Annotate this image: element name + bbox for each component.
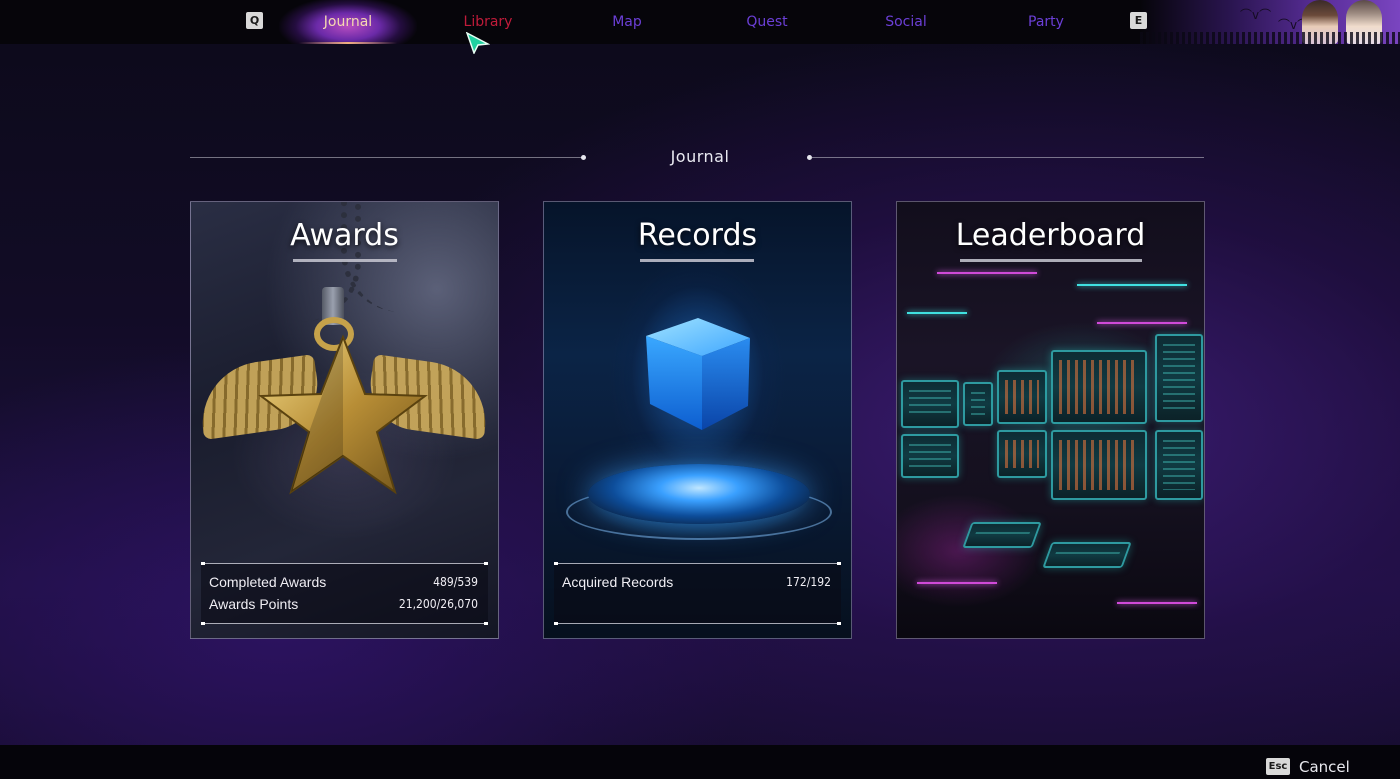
neon-strip (1117, 602, 1197, 604)
stats-divider (201, 622, 488, 625)
bottom-hint-bar (0, 745, 1400, 779)
tab-social[interactable]: Social (837, 0, 975, 44)
heading-divider-left (190, 157, 582, 158)
stat-label: Acquired Records (562, 574, 674, 590)
title-underline (293, 259, 397, 262)
console-panel (962, 522, 1042, 548)
winged-star-pendant-icon (258, 334, 428, 495)
prev-tab-key-hint[interactable]: Q (246, 12, 263, 29)
esc-key-hint[interactable]: Esc (1266, 758, 1290, 775)
top-nav-bar: ⌒v⌒ ⌒v⌒ Q Journal Library Map Quest Soci… (0, 0, 1400, 44)
console-panel (1042, 542, 1132, 568)
awards-stats-panel: Completed Awards 489/539 Awards Points 2… (201, 562, 488, 625)
leaderboard-card[interactable]: Leaderboard (896, 201, 1205, 639)
grass-decoration (1140, 32, 1400, 44)
title-underline (960, 259, 1142, 262)
records-stats-panel: Acquired Records 172/192 (554, 562, 841, 625)
awards-card-title: Awards (290, 218, 399, 253)
monitor-screen (1051, 430, 1147, 500)
monitor-screen (1155, 430, 1203, 500)
stat-row: Completed Awards 489/539 (209, 572, 478, 592)
stat-row: Awards Points 21,200/26,070 (209, 594, 478, 614)
tab-map[interactable]: Map (558, 0, 696, 44)
monitor-screen (1051, 350, 1147, 424)
monitor-screen (901, 434, 959, 478)
stats-divider (554, 562, 841, 565)
monitor-screen (997, 430, 1047, 478)
leaderboard-card-title: Leaderboard (955, 218, 1146, 253)
mouse-cursor-icon (466, 32, 490, 54)
cancel-button[interactable]: Cancel (1299, 758, 1350, 776)
stat-value: 21,200/26,070 (398, 597, 478, 611)
neon-strip (1097, 322, 1187, 324)
monitor-screen (963, 382, 993, 426)
section-title: Journal (670, 147, 730, 166)
stat-row: Acquired Records 172/192 (562, 572, 831, 592)
records-card-title: Records (637, 218, 758, 253)
monitor-screen (997, 370, 1047, 424)
neon-strip (907, 312, 967, 314)
stat-label: Completed Awards (209, 574, 327, 590)
stats-divider (554, 622, 841, 625)
monitor-screen (1155, 334, 1203, 422)
stat-value: 489/539 (433, 575, 478, 589)
neon-strip (1077, 284, 1187, 286)
tab-party[interactable]: Party (977, 0, 1115, 44)
hologram-platform (588, 464, 810, 524)
awards-card[interactable]: Awards Completed Awards 489/539 Awards P… (190, 201, 499, 639)
title-underline (640, 259, 754, 262)
heading-divider-right (811, 157, 1204, 158)
neon-strip (917, 582, 997, 584)
heading-divider-dot (581, 155, 586, 160)
bat-icon: ⌒v⌒ (1240, 8, 1272, 22)
neon-strip (937, 272, 1037, 274)
hologram-cube-icon (646, 318, 750, 430)
tab-quest[interactable]: Quest (698, 0, 836, 44)
stats-divider (201, 562, 488, 565)
tab-journal[interactable]: Journal (279, 0, 417, 44)
halloween-banner-art: ⌒v⌒ ⌒v⌒ (1140, 0, 1400, 44)
records-card[interactable]: Records Acquired Records 172/192 (543, 201, 852, 639)
stat-label: Awards Points (209, 596, 299, 612)
next-tab-key-hint[interactable]: E (1130, 12, 1147, 29)
monitor-screen (901, 380, 959, 428)
stat-value: 172/192 (786, 575, 831, 589)
